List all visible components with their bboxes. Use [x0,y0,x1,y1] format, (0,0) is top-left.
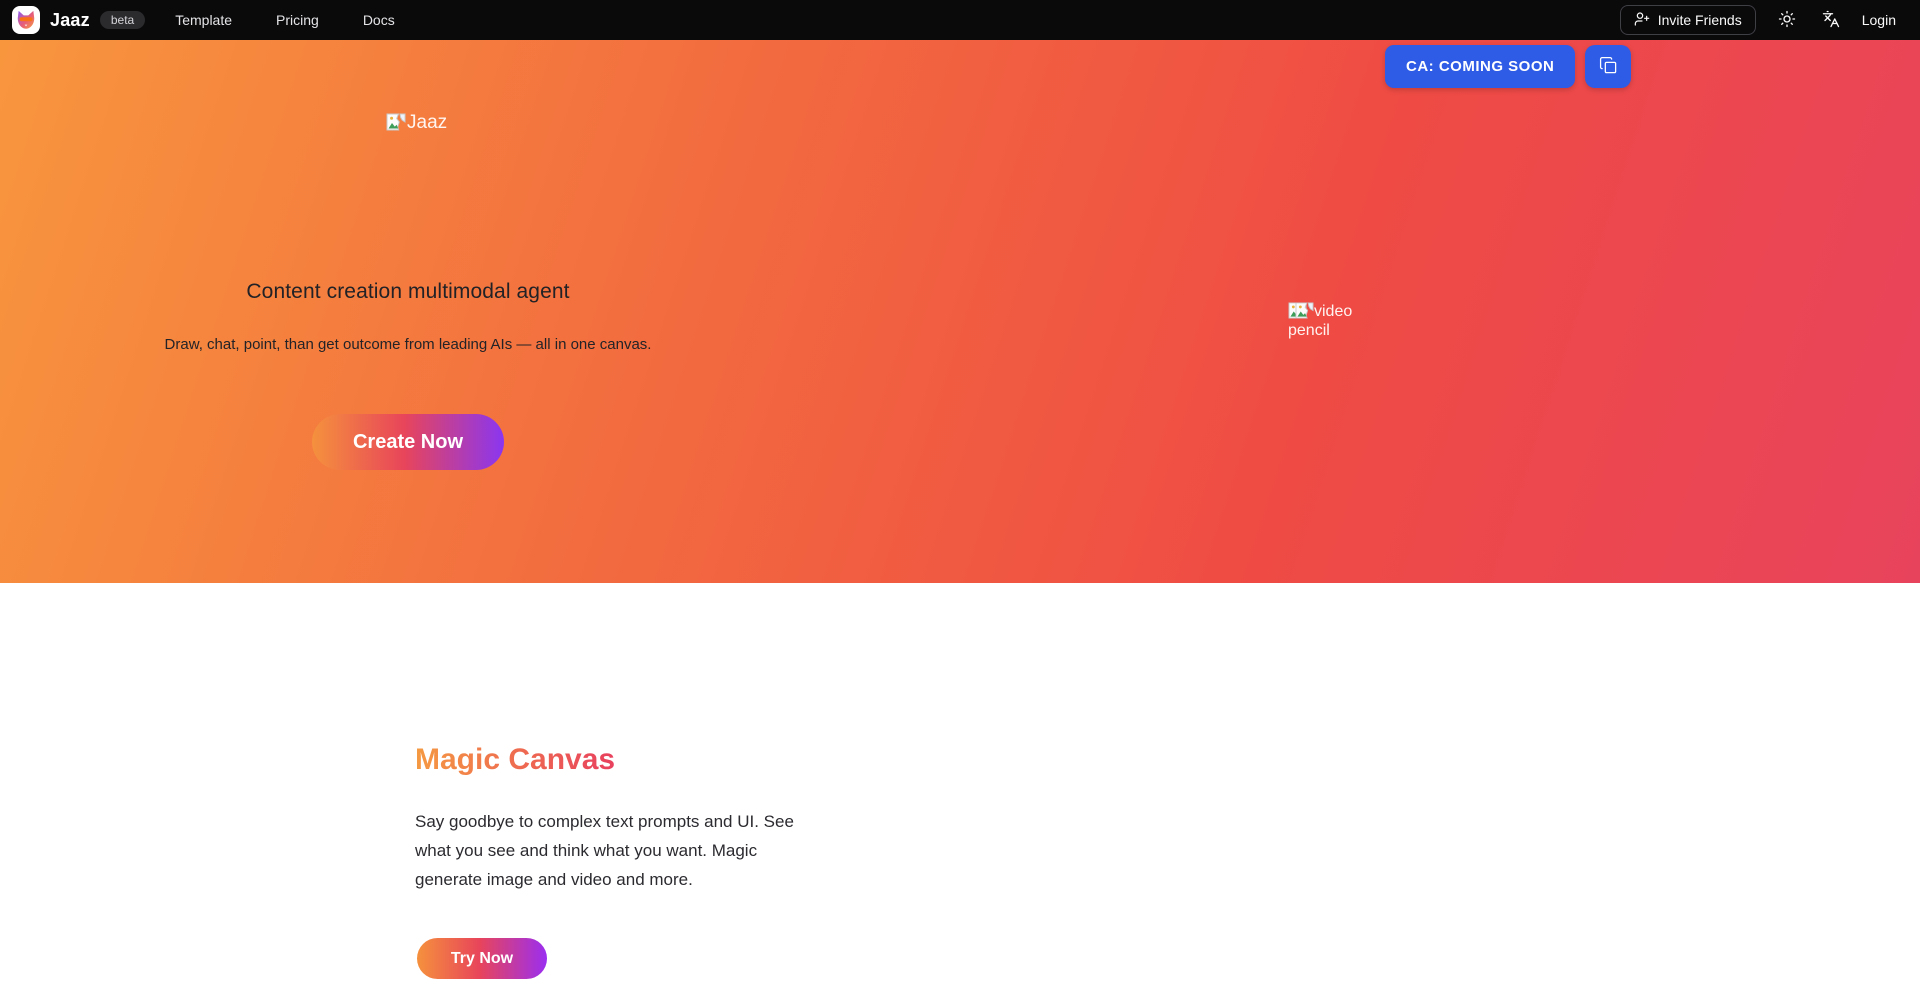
copy-icon [1599,56,1618,78]
try-now-button[interactable]: Try Now [417,938,547,979]
theme-toggle-button[interactable] [1774,6,1800,35]
top-nav: Jaaz beta Template Pricing Docs Invite F… [0,0,1920,40]
description-line: Say goodbye to complex text prompts and … [415,812,794,831]
ca-coming-soon-button[interactable]: CA: COMING SOON [1385,45,1575,88]
language-button[interactable] [1818,6,1844,35]
nav-right: Invite Friends Login [1620,5,1896,35]
invite-friends-label: Invite Friends [1658,12,1742,28]
create-now-button[interactable]: Create Now [312,414,504,470]
hero-section: CA: COMING SOON Jaaz Content creation mu… [0,40,1920,583]
fox-logo-icon [12,6,40,34]
beta-badge: beta [100,11,145,29]
broken-image-icon [1295,302,1314,319]
hero-heading: Content creation multimodal agent [8,280,808,304]
translate-icon [1822,10,1840,31]
broken-image-icon [386,113,406,131]
nav-item-template[interactable]: Template [175,12,232,28]
description-line: what you see and think what you want. Ma… [415,841,757,860]
magic-canvas-title: Magic Canvas [415,743,615,777]
magic-canvas-section: Magic Canvas Say goodbye to complex text… [0,583,1920,993]
main-nav: Template Pricing Docs [175,12,395,28]
user-plus-icon [1634,11,1650,30]
broken-image-alt-text: Jaaz [407,112,447,133]
nav-item-docs[interactable]: Docs [363,12,395,28]
sun-icon [1778,10,1796,31]
nav-item-pricing[interactable]: Pricing [276,12,319,28]
broken-image-jaaz: Jaaz [386,112,447,134]
jaaz-landing-page: Jaaz beta Template Pricing Docs Invite F… [0,0,1920,993]
invite-friends-button[interactable]: Invite Friends [1620,5,1756,35]
login-link[interactable]: Login [1862,12,1896,28]
copy-button[interactable] [1585,45,1631,88]
magic-canvas-description: Say goodbye to complex text prompts and … [415,807,794,894]
brand[interactable]: Jaaz beta [12,6,145,34]
hero-subheading: Draw, chat, point, than get outcome from… [8,336,808,353]
brand-name: Jaaz [50,10,90,31]
description-line: generate image and video and more. [415,870,693,889]
broken-image-video-pencil: video pencil [1288,302,1368,340]
ca-button-group: CA: COMING SOON [1385,45,1631,88]
